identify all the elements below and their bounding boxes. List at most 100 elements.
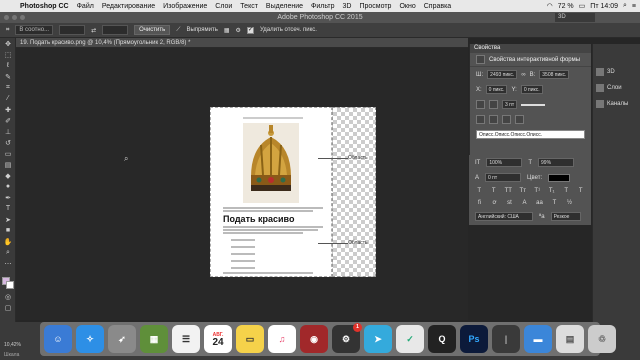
quicktime-icon[interactable]: Q	[428, 325, 456, 353]
align-icon[interactable]	[489, 115, 498, 124]
eraser-tool-icon[interactable]: ▭	[0, 148, 16, 159]
document-tab[interactable]: 19. Подать красиво.png @ 10,4% (Прямоуго…	[16, 38, 468, 48]
zoom-window-icon[interactable]	[20, 15, 25, 20]
vertical-scale-field[interactable]: 100%	[486, 158, 523, 167]
close-window-icon[interactable]	[4, 15, 9, 20]
menu-item-image[interactable]: Изображение	[159, 3, 211, 10]
healing-tool-icon[interactable]: ✚	[0, 104, 16, 115]
wifi-icon[interactable]: ◠	[547, 2, 553, 10]
blur-tool-icon[interactable]: ◆	[0, 170, 16, 181]
menu-item-view[interactable]: Просмотр	[355, 3, 395, 10]
quick-mask-icon[interactable]: ◎	[0, 291, 16, 302]
minimize-window-icon[interactable]	[12, 15, 17, 20]
align-icon[interactable]	[502, 115, 511, 124]
crop-tool-icon[interactable]: ⌗	[6, 27, 9, 34]
panel-channels[interactable]: Каналы	[593, 96, 640, 112]
ratio-width-field[interactable]	[59, 25, 86, 35]
titling-icon[interactable]: A	[520, 200, 529, 206]
menu-item-file[interactable]: Файл	[73, 3, 98, 10]
align-icon[interactable]	[515, 115, 524, 124]
notes-icon[interactable]: ▭	[236, 325, 264, 353]
safari-icon[interactable]: ✧	[76, 325, 104, 353]
transparent-area[interactable]	[332, 107, 376, 277]
properties-tab[interactable]: Свойства	[470, 44, 591, 53]
underline-icon[interactable]: T	[562, 188, 571, 194]
clear-button[interactable]: Очистить	[134, 25, 171, 35]
panel-3d[interactable]: 3D	[593, 64, 640, 80]
ratio-height-field[interactable]	[102, 25, 129, 35]
link-icon[interactable]: ∞	[521, 72, 525, 78]
lasso-tool-icon[interactable]: ℓ	[0, 60, 16, 71]
delete-cropped-checkbox[interactable]	[246, 26, 254, 34]
overlay-grid-icon[interactable]: ▦	[224, 27, 230, 34]
path-select-tool-icon[interactable]: ➤	[0, 214, 16, 225]
straighten-label[interactable]: Выпрямить	[186, 27, 217, 33]
trash-icon[interactable]: ♲	[588, 325, 616, 353]
form-text-field[interactable]: Описс.Описс.Описс.Описс.	[476, 130, 585, 139]
straighten-icon[interactable]: ⟋	[176, 27, 180, 34]
fill-swatch-icon[interactable]	[476, 100, 485, 109]
antialias-select[interactable]: Резкое	[550, 212, 581, 221]
type-tool-icon[interactable]: T	[0, 203, 16, 214]
crop-preset-select[interactable]: В соотно...	[15, 25, 54, 35]
align-icon[interactable]	[476, 115, 485, 124]
document-canvas[interactable]: Подать красиво	[210, 107, 332, 277]
superscript-icon[interactable]: T¹	[533, 188, 542, 194]
stroke-width-field[interactable]: 3 пт	[502, 100, 518, 109]
dodge-tool-icon[interactable]: ●	[0, 181, 16, 192]
stamp-tool-icon[interactable]: ⊥	[0, 126, 16, 137]
y-field[interactable]: 0 пикс.	[520, 85, 543, 94]
calendar-icon[interactable]: АВГ. 24	[204, 325, 232, 353]
language-select[interactable]: Английский: США	[475, 212, 533, 221]
ordinals-icon[interactable]: aa	[535, 200, 544, 206]
menu-item-type[interactable]: Текст	[236, 3, 262, 10]
menu-item-layers[interactable]: Слои	[211, 3, 236, 10]
menu-item-edit[interactable]: Редактирование	[98, 3, 159, 10]
itunes-icon[interactable]: ♫	[268, 325, 296, 353]
marquee-tool-icon[interactable]: ⬚	[0, 49, 16, 60]
workspace-select[interactable]: 3D	[555, 13, 595, 22]
swash-icon[interactable]: ơ	[490, 200, 499, 206]
pen-tool-icon[interactable]: ✒	[0, 192, 16, 203]
clock-text[interactable]: Пт 14:09	[590, 3, 618, 10]
stroke-style-icon[interactable]	[521, 103, 546, 106]
faux-italic-icon[interactable]: T	[490, 188, 499, 194]
mini-bridge-tab[interactable]: Шкала	[4, 352, 19, 358]
color-swatches[interactable]	[0, 275, 16, 291]
history-brush-tool-icon[interactable]: ↺	[0, 137, 16, 148]
menu-item-help[interactable]: Справка	[420, 3, 455, 10]
launchpad-icon[interactable]: ➶	[108, 325, 136, 353]
finder-icon[interactable]: ☺	[44, 325, 72, 353]
menu-item-filter[interactable]: Фильтр	[307, 3, 339, 10]
menu-item-3d[interactable]: 3D	[339, 3, 356, 10]
horizontal-scale-field[interactable]: 99%	[538, 158, 575, 167]
photo-booth-icon[interactable]: ◉	[300, 325, 328, 353]
swap-icon[interactable]: ⇄	[91, 27, 96, 34]
menu-item-select[interactable]: Выделение	[262, 3, 307, 10]
panel-layers[interactable]: Слои	[593, 80, 640, 96]
more-tools-icon[interactable]: ⋯	[0, 258, 16, 269]
reminders-icon[interactable]: ☰	[172, 325, 200, 353]
menu-app-name[interactable]: Photoshop CC	[16, 3, 73, 10]
text-color-swatch[interactable]	[548, 173, 571, 182]
strikethrough-icon[interactable]: T	[577, 188, 586, 194]
screen-mode-icon[interactable]: ▢	[0, 302, 16, 313]
small-caps-icon[interactable]: Tт	[519, 188, 528, 194]
width-field[interactable]: 2493 пикс.	[487, 70, 518, 79]
system-preferences-icon[interactable]: ⚙ 1	[332, 323, 362, 353]
notification-icon[interactable]: ≡	[632, 3, 636, 10]
eyedropper-tool-icon[interactable]: ⁄	[0, 93, 16, 104]
quick-select-tool-icon[interactable]: ✎	[0, 71, 16, 82]
fractions-icon[interactable]: T	[550, 200, 559, 206]
gradient-tool-icon[interactable]: ▤	[0, 159, 16, 170]
menu-item-window[interactable]: Окно	[395, 3, 419, 10]
battery-text[interactable]: 72 %	[558, 3, 574, 10]
stylistic-icon[interactable]: st	[505, 200, 514, 206]
fraction-half-icon[interactable]: ½	[565, 200, 574, 206]
x-field[interactable]: 0 пикс.	[485, 85, 508, 94]
settings-gear-icon[interactable]: ⚙	[236, 27, 241, 34]
downloads-folder-icon[interactable]: ▬	[524, 325, 552, 353]
zoom-tool-icon[interactable]: ⌕	[0, 247, 16, 258]
shape-tool-icon[interactable]: ■	[0, 225, 16, 236]
search-icon[interactable]: ⌕	[623, 2, 627, 10]
